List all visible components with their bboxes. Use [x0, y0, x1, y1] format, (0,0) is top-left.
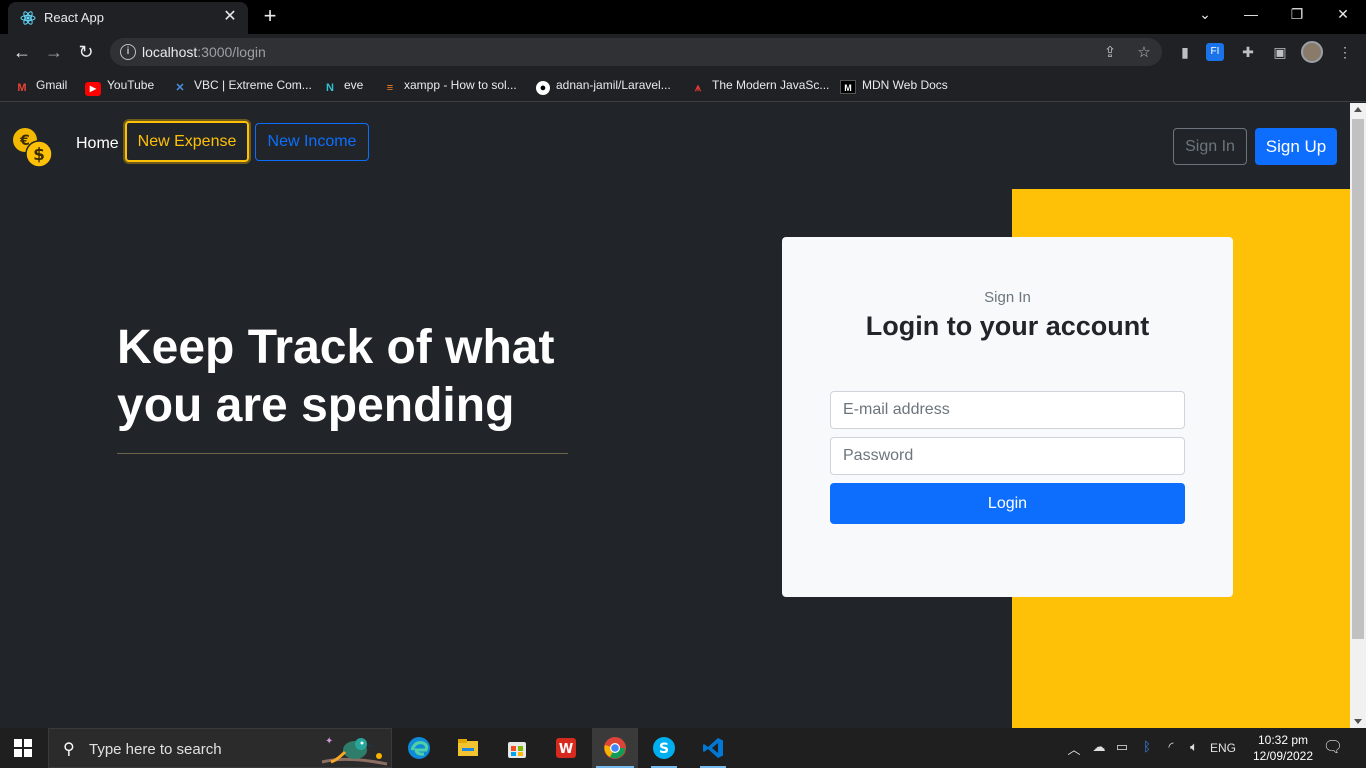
- vscode-icon: [703, 738, 723, 758]
- new-tab-button[interactable]: +: [258, 5, 282, 29]
- share-icon[interactable]: ⇪: [1100, 43, 1120, 61]
- bookmark-youtube[interactable]: ▶ YouTube: [85, 78, 154, 96]
- bookmarks-bar: M Gmail ▶ YouTube ✕ VBC | Extreme Com... Ne…: [0, 70, 1366, 102]
- address-bar[interactable]: i localhost:3000/login ⇪ ☆: [110, 38, 1162, 66]
- login-eyebrow: Sign In: [984, 289, 1031, 306]
- tab-title: React App: [44, 10, 104, 25]
- bookmark-modern-js[interactable]: ⩚ The Modern JavaSc...: [690, 78, 830, 94]
- clock-time: 10:32 pm: [1257, 733, 1309, 747]
- language-indicator[interactable]: ENG: [1208, 741, 1238, 755]
- taskbar-search-placeholder: Type here to search: [89, 741, 222, 758]
- search-icon: ⚲: [63, 741, 75, 758]
- forward-button[interactable]: →: [43, 41, 65, 63]
- close-window-button[interactable]: ✕: [1331, 6, 1355, 26]
- password-field[interactable]: Password: [830, 437, 1185, 475]
- tab-search-icon[interactable]: ⌄: [1193, 6, 1217, 26]
- extension-clipboard-icon[interactable]: ▮: [1175, 42, 1195, 62]
- minimize-button[interactable]: —: [1239, 6, 1263, 26]
- volume-icon[interactable]: 🔈︎: [1185, 739, 1203, 755]
- hero-heading-line-1: Keep Track of what: [117, 321, 555, 374]
- app-page: € $ Home New Expense New Income Sign In …: [0, 103, 1350, 728]
- bookmark-star-icon[interactable]: ☆: [1134, 43, 1154, 61]
- skype-icon: S: [653, 737, 675, 759]
- svg-text:✦: ✦: [325, 736, 333, 747]
- folder-icon: [458, 739, 478, 756]
- react-icon: [20, 11, 36, 25]
- profile-avatar[interactable]: [1301, 41, 1323, 63]
- onedrive-icon[interactable]: ☁: [1089, 739, 1109, 755]
- wifi-icon[interactable]: ◜: [1162, 739, 1180, 755]
- taskbar-edge[interactable]: [396, 728, 442, 768]
- sign-in-button[interactable]: Sign In: [1173, 128, 1247, 165]
- sign-up-button[interactable]: Sign Up: [1255, 128, 1337, 165]
- site-info-icon[interactable]: i: [120, 44, 136, 60]
- bluetooth-icon[interactable]: ᛒ: [1139, 739, 1155, 754]
- email-field[interactable]: E-mail address: [830, 391, 1185, 429]
- edge-icon: [408, 737, 430, 759]
- tab-close-icon[interactable]: ✕: [220, 7, 240, 27]
- side-panel-icon[interactable]: ▣: [1270, 42, 1290, 62]
- bookmark-xampp[interactable]: ≡ xampp - How to sol...: [382, 78, 517, 94]
- windows-taskbar: ⚲ Type here to search ✦ W S ︿ ☁ ▭ ᛒ ◜ 🔈︎…: [0, 728, 1366, 768]
- bookmark-mdn[interactable]: M MDN Web Docs: [840, 78, 948, 94]
- svg-text:S: S: [659, 741, 669, 757]
- login-button[interactable]: Login: [830, 483, 1185, 524]
- login-card: Sign In Login to your account E-mail add…: [782, 237, 1233, 597]
- battery-icon[interactable]: ▭: [1113, 739, 1131, 755]
- taskbar-skype[interactable]: S: [641, 728, 687, 768]
- taskbar-chrome[interactable]: [592, 728, 638, 768]
- extension-fi-icon[interactable]: FI: [1206, 43, 1224, 61]
- url-text: localhost:3000/login: [142, 44, 266, 60]
- taskbar-search-box[interactable]: ⚲ Type here to search ✦: [48, 728, 392, 768]
- new-expense-button[interactable]: New Expense: [125, 121, 249, 162]
- hero-heading-line-2: you are spending: [117, 379, 515, 432]
- reload-button[interactable]: ↻: [75, 41, 97, 63]
- new-income-button[interactable]: New Income: [255, 123, 369, 161]
- browser-tab-strip: React App ✕ + ⌄ — ❐ ✕: [0, 0, 1366, 34]
- store-icon: [508, 742, 526, 758]
- eve-icon: N: [326, 82, 334, 94]
- login-heading: Login to your account: [865, 311, 1150, 341]
- hero-heading: Keep Track of what you are spending: [117, 319, 637, 435]
- page-scrollbar[interactable]: [1350, 103, 1366, 728]
- svg-text:W: W: [559, 742, 573, 757]
- notifications-icon[interactable]: 🗨︎: [1322, 737, 1344, 757]
- back-button[interactable]: ←: [11, 41, 33, 63]
- show-hidden-icons-icon[interactable]: ︿: [1066, 739, 1082, 758]
- taskbar-file-explorer[interactable]: [445, 728, 491, 768]
- mdn-icon: M: [840, 80, 856, 94]
- bookmark-github[interactable]: ● adnan-jamil/Laravel...: [536, 78, 671, 95]
- menu-kebab-icon[interactable]: ⋮: [1335, 42, 1355, 62]
- clock-date: 12/09/2022: [1252, 749, 1314, 763]
- vbc-icon: ✕: [175, 82, 185, 94]
- browser-tab[interactable]: React App ✕: [8, 2, 248, 34]
- windows-start-icon[interactable]: [14, 739, 32, 757]
- github-icon: ●: [536, 81, 550, 95]
- stackoverflow-icon: ≡: [386, 82, 394, 94]
- taskbar-vscode[interactable]: [690, 728, 736, 768]
- chrome-icon: [604, 737, 626, 759]
- restore-button[interactable]: ❐: [1285, 6, 1309, 26]
- scroll-down-icon[interactable]: [1354, 719, 1362, 724]
- bookmark-vbc[interactable]: ✕ VBC | Extreme Com...: [172, 78, 311, 94]
- bookmark-eve[interactable]: Neve: [322, 78, 363, 94]
- taskbar-clock[interactable]: 10:32 pm 12/09/2022: [1248, 732, 1318, 764]
- scroll-up-icon[interactable]: [1354, 107, 1362, 112]
- coins-logo-icon[interactable]: € $: [12, 127, 54, 169]
- search-highlight-bird-icon: ✦: [321, 736, 388, 766]
- svg-text:$: $: [33, 145, 45, 165]
- youtube-icon: ▶: [85, 82, 101, 96]
- extensions-puzzle-icon[interactable]: ✚: [1238, 42, 1258, 62]
- taskbar-store[interactable]: [494, 728, 540, 768]
- hero-divider: [117, 453, 568, 454]
- wps-office-icon: W: [556, 738, 576, 758]
- gmail-icon: M: [17, 82, 27, 94]
- javascript-info-icon: ⩚: [694, 82, 702, 94]
- nav-home-link[interactable]: Home: [76, 135, 119, 153]
- scrollbar-thumb[interactable]: [1352, 119, 1364, 639]
- bookmark-gmail[interactable]: M Gmail: [14, 78, 67, 94]
- taskbar-wps[interactable]: W: [543, 728, 589, 768]
- browser-toolbar: ← → ↻ i localhost:3000/login ⇪ ☆ ▮ FI ✚ …: [0, 34, 1366, 70]
